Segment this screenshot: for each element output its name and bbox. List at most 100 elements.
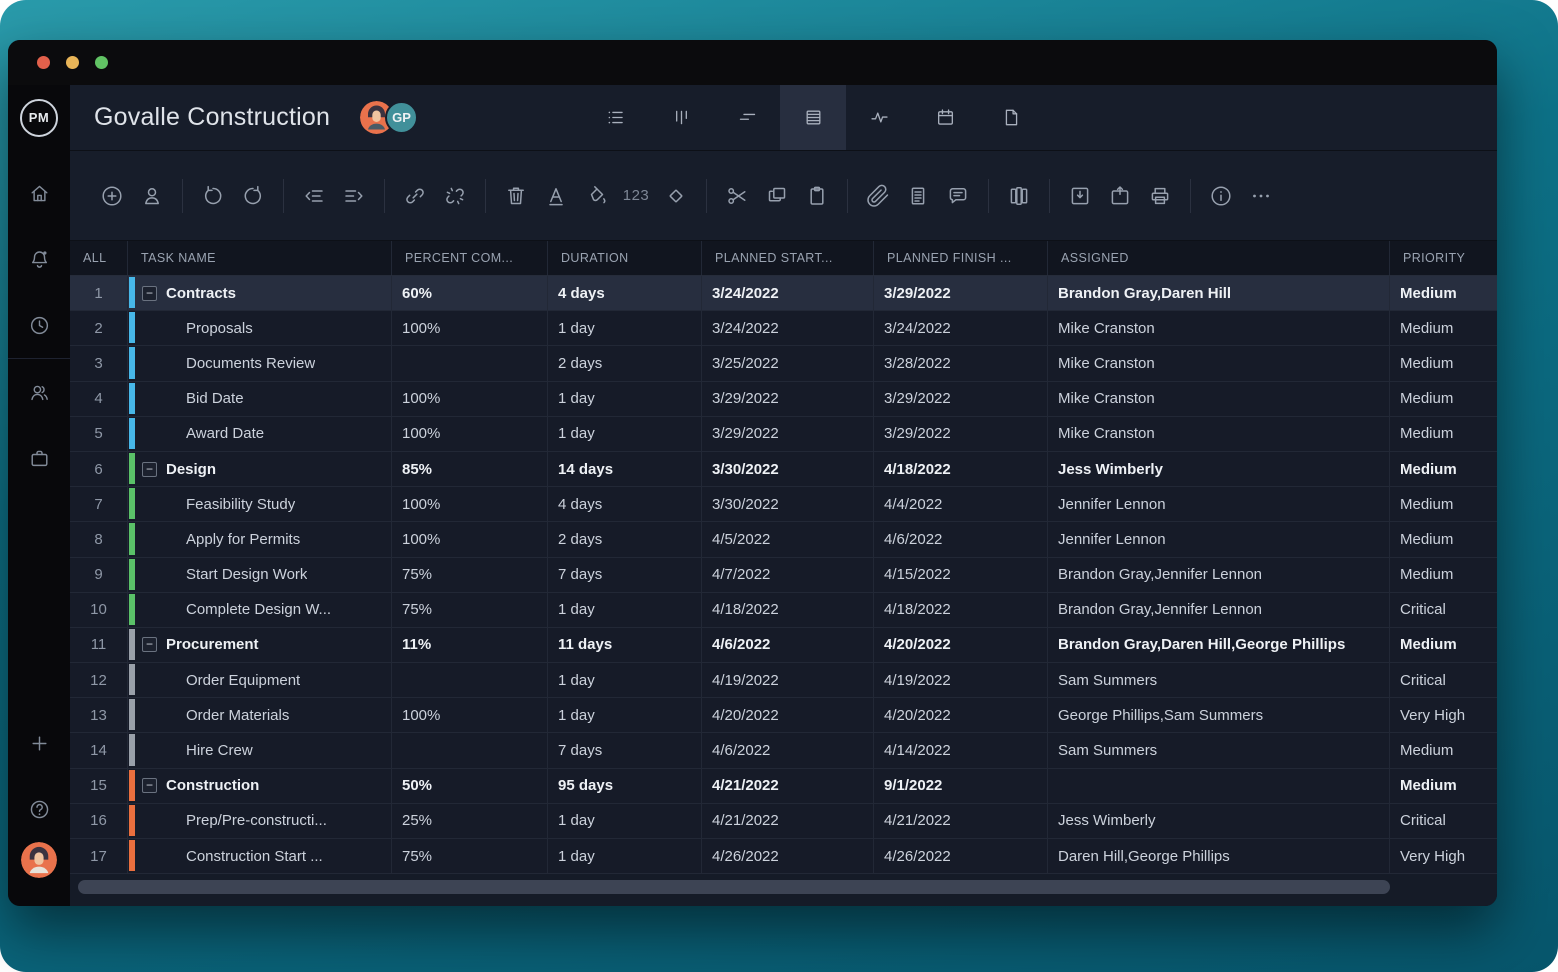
cell-assigned[interactable]: Jess Wimberly [1048,452,1390,486]
column-header-num[interactable]: ALL [70,241,128,275]
column-header-assigned[interactable]: ASSIGNED [1048,241,1390,275]
cell-finish[interactable]: 3/29/2022 [874,382,1048,416]
cell-dur[interactable]: 4 days [548,487,702,521]
more-button[interactable] [1241,176,1281,216]
tab-activity-view[interactable] [846,85,912,150]
cell-start[interactable]: 4/19/2022 [702,663,874,697]
cell-name[interactable]: Complete Design W... [128,593,392,627]
column-header-pct[interactable]: PERCENT COM... [392,241,548,275]
table-row[interactable]: 15−Construction50%95 days4/21/20229/1/20… [70,769,1497,804]
cell-pct[interactable]: 85% [392,452,548,486]
column-header-finish[interactable]: PLANNED FINISH ... [874,241,1048,275]
cell-start[interactable]: 4/7/2022 [702,558,874,592]
column-header-start[interactable]: PLANNED START... [702,241,874,275]
cell-priority[interactable]: Medium [1390,769,1497,803]
info-button[interactable] [1201,176,1241,216]
cell-start[interactable]: 3/24/2022 [702,311,874,345]
table-row[interactable]: 16Prep/Pre-constructi...25%1 day4/21/202… [70,804,1497,839]
cell-name[interactable]: Feasibility Study [128,487,392,521]
add-task-button[interactable] [92,176,132,216]
cell-dur[interactable]: 1 day [548,839,702,873]
cell-pct[interactable]: 75% [392,593,548,627]
assign-user-button[interactable] [132,176,172,216]
indent-button[interactable] [334,176,374,216]
cell-pct[interactable]: 50% [392,769,548,803]
cell-finish[interactable]: 4/4/2022 [874,487,1048,521]
cell-dur[interactable]: 7 days [548,733,702,767]
cell-priority[interactable]: Medium [1390,311,1497,345]
cell-assigned[interactable]: Brandon Gray,Daren Hill,George Phillips [1048,628,1390,662]
cell-dur[interactable]: 11 days [548,628,702,662]
cell-name[interactable]: Apply for Permits [128,522,392,556]
cell-pct[interactable]: 100% [392,487,548,521]
cell-finish[interactable]: 4/20/2022 [874,698,1048,732]
cell-start[interactable]: 4/21/2022 [702,769,874,803]
cell-start[interactable]: 3/24/2022 [702,276,874,310]
column-header-name[interactable]: TASK NAME [128,241,392,275]
cell-pct[interactable] [392,663,548,697]
paste-button[interactable] [797,176,837,216]
milestone-button[interactable] [656,176,696,216]
cell-num[interactable]: 5 [70,417,128,451]
cell-pct[interactable]: 100% [392,311,548,345]
cell-dur[interactable]: 1 day [548,698,702,732]
table-row[interactable]: 10Complete Design W...75%1 day4/18/20224… [70,593,1497,628]
unlink-tasks-button[interactable] [435,176,475,216]
sidebar-item-help[interactable] [8,776,70,842]
cell-pct[interactable]: 11% [392,628,548,662]
cell-priority[interactable]: Medium [1390,487,1497,521]
cell-priority[interactable]: Medium [1390,276,1497,310]
cell-start[interactable]: 3/25/2022 [702,346,874,380]
table-row[interactable]: 7Feasibility Study100%4 days3/30/20224/4… [70,487,1497,522]
table-row[interactable]: 2Proposals100%1 day3/24/20223/24/2022Mik… [70,311,1497,346]
cell-finish[interactable]: 3/29/2022 [874,417,1048,451]
cell-name[interactable]: −Design [128,452,392,486]
collapse-icon[interactable]: − [142,286,157,301]
cell-assigned[interactable] [1048,769,1390,803]
cell-start[interactable]: 4/5/2022 [702,522,874,556]
cell-name[interactable]: Order Equipment [128,663,392,697]
cell-priority[interactable]: Medium [1390,417,1497,451]
cell-num[interactable]: 3 [70,346,128,380]
tab-list-view[interactable] [582,85,648,150]
sidebar-item-home[interactable] [8,160,70,226]
cell-assigned[interactable]: Jennifer Lennon [1048,487,1390,521]
cell-num[interactable]: 8 [70,522,128,556]
cell-name[interactable]: Proposals [128,311,392,345]
cell-dur[interactable]: 1 day [548,663,702,697]
cell-pct[interactable]: 100% [392,382,548,416]
cell-num[interactable]: 17 [70,839,128,873]
cell-finish[interactable]: 4/19/2022 [874,663,1048,697]
cell-finish[interactable]: 3/28/2022 [874,346,1048,380]
cell-name[interactable]: −Construction [128,769,392,803]
export-button[interactable] [1100,176,1140,216]
cell-priority[interactable]: Critical [1390,593,1497,627]
traffic-light-zoom[interactable] [95,56,108,69]
cell-start[interactable]: 4/18/2022 [702,593,874,627]
import-button[interactable] [1060,176,1100,216]
cell-start[interactable]: 4/26/2022 [702,839,874,873]
cell-name[interactable]: Start Design Work [128,558,392,592]
cell-num[interactable]: 2 [70,311,128,345]
copy-button[interactable] [757,176,797,216]
cell-finish[interactable]: 4/18/2022 [874,593,1048,627]
collapse-icon[interactable]: − [142,778,157,793]
cell-dur[interactable]: 1 day [548,382,702,416]
cell-dur[interactable]: 1 day [548,804,702,838]
column-header-priority[interactable]: PRIORITY [1390,241,1497,275]
horizontal-scrollbar-thumb[interactable] [78,880,1390,894]
cell-start[interactable]: 3/30/2022 [702,452,874,486]
cell-start[interactable]: 4/20/2022 [702,698,874,732]
cell-pct[interactable] [392,733,548,767]
cell-priority[interactable]: Medium [1390,522,1497,556]
cell-dur[interactable]: 1 day [548,593,702,627]
collapse-icon[interactable]: − [142,462,157,477]
cell-priority[interactable]: Medium [1390,733,1497,767]
cell-name[interactable]: Bid Date [128,382,392,416]
cell-assigned[interactable]: Sam Summers [1048,733,1390,767]
outdent-button[interactable] [294,176,334,216]
cell-dur[interactable]: 2 days [548,346,702,380]
traffic-light-minimize[interactable] [66,56,79,69]
cell-name[interactable]: −Contracts [128,276,392,310]
cell-dur[interactable]: 1 day [548,311,702,345]
